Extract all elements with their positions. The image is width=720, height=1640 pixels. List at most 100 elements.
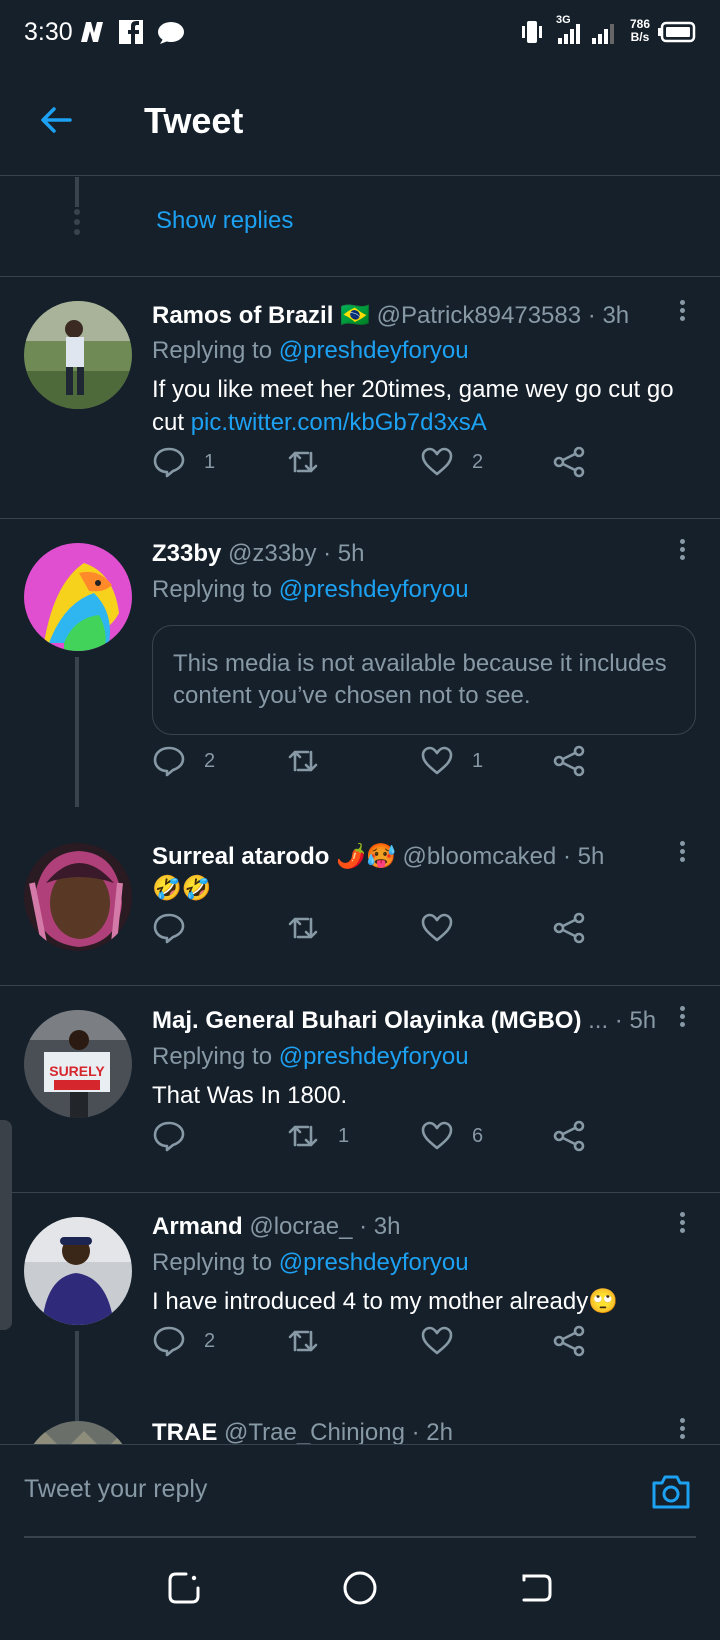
tweet-time: · 2h xyxy=(411,1419,453,1444)
tweet-actions: 2 1 xyxy=(152,741,622,781)
reply-icon xyxy=(153,746,185,777)
like-count: 6 xyxy=(472,1124,484,1147)
replying-handle[interactable]: @preshdeyforyou xyxy=(279,1043,469,1070)
flag: 🇧🇷 xyxy=(340,302,370,329)
avatar[interactable]: SURELY xyxy=(24,1010,132,1118)
status-time: 3:30 xyxy=(24,18,73,46)
author-handle: ... xyxy=(588,1007,609,1034)
back-nav-icon[interactable] xyxy=(518,1570,554,1606)
author-name: Ramos of Brazil xyxy=(152,302,334,329)
more-icon[interactable] xyxy=(678,1003,686,1031)
share-icon xyxy=(553,1120,585,1152)
tweet-actions xyxy=(152,908,622,948)
like-button[interactable]: 1 xyxy=(420,741,483,781)
battery-icon xyxy=(658,21,696,43)
reply-count: 2 xyxy=(204,749,216,772)
news-app-icon xyxy=(81,22,103,42)
reply-icon xyxy=(153,1326,185,1357)
home-icon[interactable] xyxy=(342,1570,378,1606)
replying-to: Replying to @preshdeyforyou xyxy=(152,576,469,603)
recent-apps-icon[interactable] xyxy=(166,1570,202,1606)
net-speed: 786 B/s xyxy=(629,17,650,44)
like-button[interactable] xyxy=(420,908,472,948)
more-icon[interactable] xyxy=(678,536,686,564)
tweet-text: That Was In 1800. xyxy=(152,1082,348,1109)
share-button[interactable] xyxy=(552,1321,586,1361)
tweet-time: · 5h xyxy=(562,843,605,870)
back-arrow-icon[interactable] xyxy=(36,100,76,140)
reply-count: 1 xyxy=(204,450,216,473)
tweet-text: 🤣🤣 xyxy=(152,875,212,902)
system-nav-bar xyxy=(0,1538,720,1640)
retweet-button[interactable] xyxy=(286,741,338,781)
tweet-link[interactable]: pic.twitter.com/kbGb7d3xsA xyxy=(191,409,487,436)
share-icon xyxy=(553,1325,585,1357)
tweet-author-line: Armand @locrae_ · 3h xyxy=(152,1213,400,1241)
author-handle: @bloomcaked xyxy=(402,843,557,870)
more-icon[interactable] xyxy=(678,1209,686,1237)
more-icon[interactable] xyxy=(678,1415,686,1443)
reply-button[interactable]: 2 xyxy=(152,1321,215,1361)
show-replies-dots xyxy=(74,209,80,235)
share-button[interactable] xyxy=(552,1116,586,1156)
avatar[interactable] xyxy=(24,1217,132,1325)
avatar[interactable] xyxy=(24,1421,132,1444)
avatar[interactable] xyxy=(24,543,132,651)
share-icon xyxy=(553,446,585,478)
vibrate-icon xyxy=(522,21,542,43)
signal-icon-1 xyxy=(558,24,580,44)
reply-button[interactable] xyxy=(152,908,204,948)
retweet-button[interactable] xyxy=(286,908,338,948)
replying-handle[interactable]: @preshdeyforyou xyxy=(279,576,469,603)
author-name: Z33by xyxy=(152,540,222,567)
share-button[interactable] xyxy=(552,908,586,948)
author-name: TRAE xyxy=(152,1419,218,1444)
like-button[interactable]: 6 xyxy=(420,1116,483,1156)
divider xyxy=(0,985,720,986)
reply-input[interactable]: Tweet your reply xyxy=(24,1475,207,1504)
status-bar: 3:30 3G 786 B/s xyxy=(0,0,720,64)
like-count: 2 xyxy=(472,450,484,473)
reply-bar: Tweet your reply xyxy=(0,1444,720,1538)
retweet-button[interactable]: 1 xyxy=(286,1116,349,1156)
page-title: Tweet xyxy=(144,100,244,141)
retweet-icon xyxy=(288,1330,318,1352)
like-button[interactable]: 2 xyxy=(420,442,483,482)
retweet-button[interactable] xyxy=(286,1321,338,1361)
tweet-time: · 3h xyxy=(587,302,630,329)
share-button[interactable] xyxy=(552,442,586,482)
tweet-author-line: Z33by @z33by · 5h xyxy=(152,540,364,568)
replying-handle[interactable]: @preshdeyforyou xyxy=(279,337,469,364)
more-icon[interactable] xyxy=(678,297,686,325)
camera-icon[interactable] xyxy=(650,1471,692,1513)
divider xyxy=(0,276,720,277)
tweet-text: I have introduced 4 to my mother already… xyxy=(152,1288,619,1315)
like-button[interactable] xyxy=(420,1321,472,1361)
replying-handle[interactable]: @preshdeyforyou xyxy=(279,1249,469,1276)
author-handle: @Patrick89473583 xyxy=(376,302,582,329)
retweet-icon xyxy=(288,917,318,939)
replies-feed[interactable]: Show replies Ramos of Brazil 🇧🇷 @Patrick… xyxy=(0,177,720,1444)
reply-button[interactable] xyxy=(152,1116,204,1156)
like-icon xyxy=(421,913,453,942)
author-name: Armand xyxy=(152,1213,243,1240)
replying-to: Replying to @preshdeyforyou xyxy=(152,337,469,364)
more-icon[interactable] xyxy=(678,838,686,866)
tweet-text: If you like meet her 20times, game wey g… xyxy=(152,376,674,436)
reply-button[interactable]: 1 xyxy=(152,442,215,482)
show-replies-link[interactable]: Show replies xyxy=(156,207,293,235)
tweet-actions: 1 6 xyxy=(152,1116,622,1156)
avatar[interactable] xyxy=(24,843,132,951)
retweet-count: 1 xyxy=(338,1124,350,1147)
media-unavailable-notice[interactable]: This media is not available because it i… xyxy=(152,625,696,735)
like-icon xyxy=(421,447,453,476)
share-icon xyxy=(553,912,585,944)
edge-swipe-handle[interactable] xyxy=(0,1120,12,1330)
share-button[interactable] xyxy=(552,741,586,781)
avatar[interactable] xyxy=(24,301,132,409)
author-handle: @z33by xyxy=(228,540,317,567)
like-count: 1 xyxy=(472,749,484,772)
reply-button[interactable]: 2 xyxy=(152,741,215,781)
retweet-button[interactable] xyxy=(286,442,338,482)
tweet-author-line: Ramos of Brazil 🇧🇷 @Patrick89473583 · 3h xyxy=(152,301,629,330)
